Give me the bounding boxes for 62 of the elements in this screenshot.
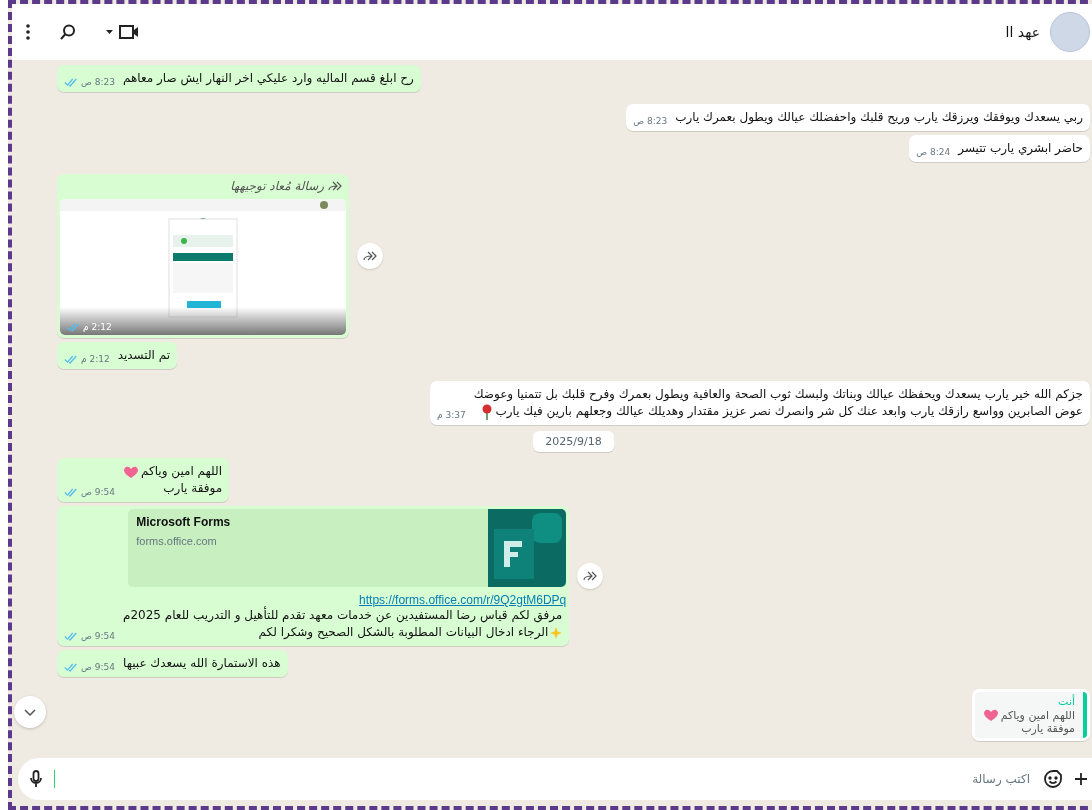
message-text: هذه الاستمارة الله يسعدك عبيها <box>122 655 281 672</box>
double-check-icon <box>66 322 80 332</box>
scroll-down-button[interactable] <box>14 696 46 728</box>
message-time: 3:37 م <box>436 410 466 420</box>
text-cursor <box>54 770 55 788</box>
forward-icon <box>583 571 598 581</box>
message-text: رح ابلغ قسم الماليه وارد عليكي اخر النهار ايش صار معاهم <box>122 70 414 87</box>
search-icon <box>60 24 76 40</box>
contact-name[interactable]: عهد اا <box>1005 24 1040 40</box>
message-input[interactable]: اكتب رسالة <box>67 771 1032 787</box>
message-text: موفقة يارب <box>1021 722 1075 735</box>
forms-logo-icon <box>488 509 567 587</box>
search-button[interactable] <box>58 22 78 42</box>
preview-domain: forms.office.com <box>136 535 218 547</box>
forwarded-label: رسالة مُعاد توجيهها <box>60 177 346 199</box>
video-camera-icon <box>119 25 139 39</box>
forward-icon <box>328 181 342 191</box>
forward-icon <box>363 251 377 261</box>
link-url[interactable]: https://forms.office.com/r/9Q2gtM6DPq <box>359 587 567 607</box>
forward-button[interactable] <box>577 563 604 589</box>
double-check-icon <box>64 487 78 497</box>
forward-button[interactable] <box>357 243 383 269</box>
quoted-message[interactable]: أنت اللهم امين وياكم موفقة يارب <box>974 692 1087 738</box>
message-time: 2:12 م <box>66 322 112 332</box>
heart-icon <box>982 708 999 722</box>
double-check-icon <box>64 77 78 87</box>
sparkle-icon <box>550 626 563 639</box>
menu-icon <box>26 24 30 40</box>
message-text: ربي يسعدك ويوفقك ويرزقك يارب وريح قلبك واحفضلك عيالك ويطول بعمرك يارب <box>675 109 1083 126</box>
sticker-icon[interactable] <box>1044 770 1062 788</box>
plus-icon[interactable] <box>1074 772 1088 786</box>
message-time: 8:23 ص <box>633 116 668 126</box>
message-text: مرفق لكم قياس رضا المستفيدين عن خدمات معهد تقدم للتأهيل و التدريب للعام 2025م <box>122 607 563 624</box>
message-text: جزكم الله خير يارب يسعدك ويحفظك عيالك وبناتك ولبسك ثوب الصحة والعافية ويطول بعمرك وفرح قلبك بل تتمنيا وعوضك <box>473 386 1083 403</box>
message-text: الرجاء ادخال البيانات المطلوبة بالشكل الصحيح وشكرا لكم <box>258 624 549 641</box>
message-text: حاضر ابشري يارب تتيسر <box>958 140 1083 157</box>
preview-title: Microsoft Forms <box>136 515 232 529</box>
message-time: 2:12 م <box>64 354 110 364</box>
double-check-icon <box>64 354 78 364</box>
message-text: اللهم امين وياكم <box>1000 708 1075 722</box>
message-time: 9:54 ص <box>64 631 115 641</box>
link-preview[interactable]: Microsoft Forms forms.office.com <box>128 509 567 587</box>
message-text: عوض الصابرين وواسع رازقك يارب وابعد عنك كل شر وانصرك نصر عزيز مقتدار وهديلك عيالك وجعلهم بارين فيك يارب <box>495 403 1083 420</box>
chevron-down-icon <box>24 708 36 716</box>
message-text: اللهم امين وياكم <box>140 463 223 480</box>
rose-icon <box>481 403 494 420</box>
menu-button[interactable] <box>24 22 32 42</box>
message-text: تم التسديد <box>117 347 171 364</box>
message-time: 9:54 ص <box>64 662 115 672</box>
double-check-icon <box>64 631 78 641</box>
video-call-button[interactable] <box>104 23 141 41</box>
heart-icon <box>122 464 139 479</box>
message-time: 9:54 ص <box>64 487 115 497</box>
quote-author: أنت <box>1057 695 1075 708</box>
date-chip: 2025/9/18 <box>533 431 614 452</box>
microphone-icon[interactable] <box>30 770 42 788</box>
message-time: 8:24 ص <box>916 147 951 157</box>
message-composer[interactable]: اكتب رسالة <box>18 758 1092 800</box>
caret-icon <box>106 30 113 34</box>
message-time: 8:23 ص <box>64 77 115 87</box>
double-check-icon <box>64 662 78 672</box>
message-text: موفقة يارب <box>163 480 223 497</box>
